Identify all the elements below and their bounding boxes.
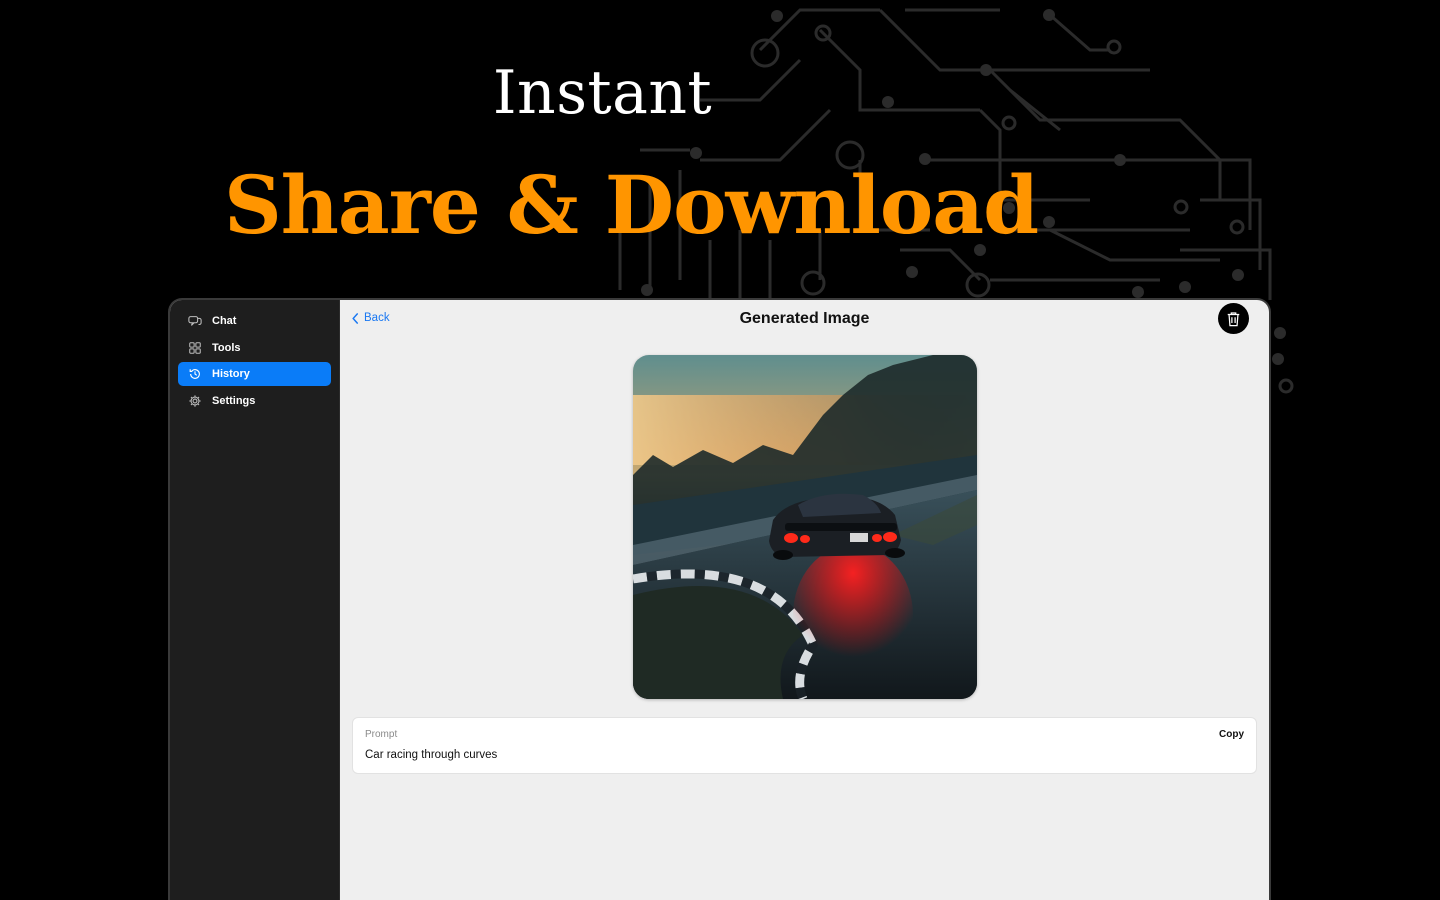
sidebar-item-history[interactable]: History — [178, 362, 331, 386]
prompt-card: Prompt Car racing through curves Copy — [352, 717, 1257, 774]
car-photo — [633, 355, 977, 699]
sidebar: Chat Tools History Settings — [170, 300, 340, 900]
sidebar-item-label: Tools — [212, 341, 241, 354]
sidebar-item-chat[interactable]: Chat — [178, 309, 331, 333]
generated-image[interactable] — [633, 355, 977, 699]
prompt-text[interactable]: Car racing through curves — [365, 749, 497, 761]
grid-icon — [188, 341, 202, 355]
hero-title-line2: Share & Download — [223, 158, 1039, 252]
sidebar-item-tools[interactable]: Tools — [178, 336, 331, 360]
page-title: Generated Image — [739, 310, 870, 327]
hero-title-line1: Instant — [492, 58, 713, 128]
copy-button[interactable]: Copy — [1219, 729, 1244, 740]
trash-icon — [1227, 311, 1240, 326]
chat-bubbles-icon — [188, 314, 202, 328]
app-window: Chat Tools History Settings Back Generat… — [168, 298, 1271, 900]
clock-history-icon — [188, 367, 202, 381]
sidebar-item-label: Settings — [212, 394, 256, 407]
sidebar-item-settings[interactable]: Settings — [178, 389, 331, 413]
main-content: Back Generated Image Prompt Car racing t… — [340, 300, 1269, 900]
sidebar-item-label: History — [212, 368, 250, 380]
delete-button[interactable] — [1218, 303, 1249, 334]
prompt-label: Prompt — [365, 729, 398, 740]
gear-icon — [188, 394, 202, 408]
sidebar-item-label: Chat — [212, 315, 237, 327]
